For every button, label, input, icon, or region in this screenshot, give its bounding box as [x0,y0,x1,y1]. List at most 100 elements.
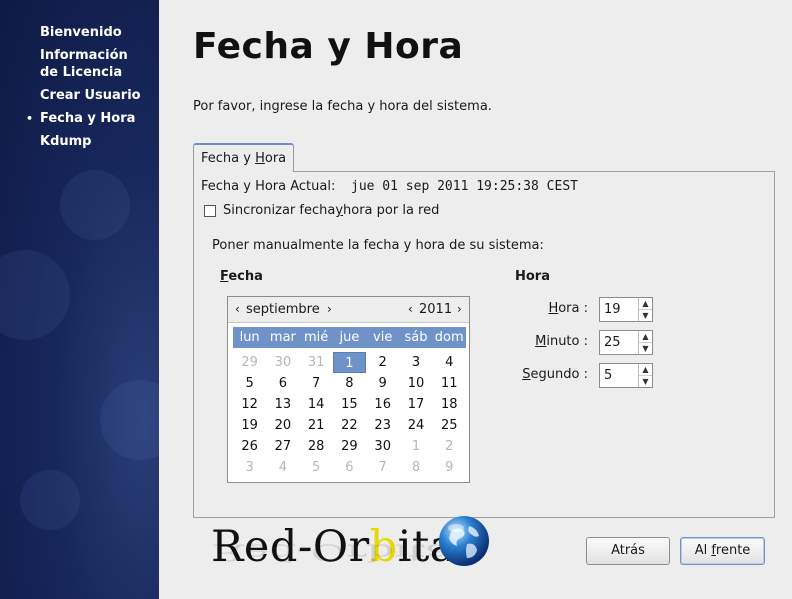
calendar-day[interactable]: 25 [433,415,466,436]
calendar-day[interactable]: 4 [266,457,299,478]
calendar-day[interactable]: 6 [333,457,366,478]
next-month-button[interactable]: › [327,302,332,316]
calendar-day[interactable]: 30 [366,436,399,457]
calendar-day[interactable]: 17 [399,394,432,415]
calendar-week-row: 26 27 28 29 30 1 2 [233,436,466,457]
calendar-day[interactable]: 27 [266,436,299,457]
calendar-day[interactable]: 3 [233,457,266,478]
calendar-day[interactable]: 6 [266,373,299,394]
spin-down-icon[interactable]: ▼ [639,310,652,321]
sync-network-option[interactable]: Sincronizar fecha y hora por la red [204,203,439,218]
segundo-label-rest: egundo : [530,367,588,382]
calendar-day[interactable]: 7 [300,373,333,394]
calendar: ‹ septiembre › ‹ 2011 › lun mar mié jue … [227,296,470,483]
calendar-day[interactable]: 19 [233,415,266,436]
intro-text: Por favor, ingrese la fecha y hora del s… [193,99,492,114]
weekday-label: jue [339,330,360,345]
hora-spinner[interactable]: 19 ▲ ▼ [599,297,653,322]
spin-up-icon[interactable]: ▲ [639,331,652,343]
weekday-header: lun mar mié jue vie sáb dom [233,327,466,348]
sidebar-item-label: Bienvenido [40,25,122,40]
calendar-day[interactable]: 9 [366,373,399,394]
hora-value[interactable]: 19 [600,298,638,321]
tab-label-mnemonic: H [255,151,265,166]
calendar-day[interactable]: 18 [433,394,466,415]
calendar-day[interactable]: 12 [233,394,266,415]
calendar-day[interactable]: 31 [300,352,333,373]
spin-down-icon[interactable]: ▼ [639,376,652,387]
calendar-day[interactable]: 3 [399,352,432,373]
calendar-day[interactable]: 22 [333,415,366,436]
calendar-day[interactable]: 21 [300,415,333,436]
sidebar-item-crear-usuario: Crear Usuario [0,87,159,104]
calendar-day[interactable]: 8 [399,457,432,478]
current-datetime-label: Fecha y Hora Actual: [201,179,336,194]
segundo-value[interactable]: 5 [600,364,638,387]
calendar-month: septiembre [246,302,320,317]
sync-checkbox[interactable] [204,204,216,217]
tab-fecha-y-hora[interactable]: Fecha y Hora [193,143,295,172]
manual-label: Poner manualmente la fecha y hora de su … [212,238,544,253]
red-orbita-logo: Red-Orbita Red-Orbita [211,514,496,596]
prev-year-button[interactable]: ‹ [408,302,413,316]
forward-button[interactable]: Al frente [680,537,765,565]
calendar-header: ‹ septiembre › ‹ 2011 › [228,297,469,323]
sidebar-item-label: Kdump [40,134,92,149]
forward-label-post: rente [715,543,751,558]
calendar-day[interactable]: 10 [399,373,432,394]
segundo-mnemonic: S [522,367,531,382]
segundo-spinner[interactable]: 5 ▲ ▼ [599,363,653,388]
calendar-day[interactable]: 29 [233,352,266,373]
calendar-day[interactable]: 29 [333,436,366,457]
calendar-day[interactable]: 30 [266,352,299,373]
sidebar-item-label: Crear Usuario [40,88,141,103]
spin-up-icon[interactable]: ▲ [639,364,652,376]
calendar-day[interactable]: 28 [300,436,333,457]
minuto-spinner-arrows: ▲ ▼ [638,331,652,354]
calendar-day[interactable]: 20 [266,415,299,436]
segundo-label: Segundo : [508,367,588,382]
calendar-day[interactable]: 16 [366,394,399,415]
calendar-day[interactable]: 4 [433,352,466,373]
sidebar-item-label: Fecha y Hora [40,111,136,126]
calendar-year: 2011 [419,302,453,317]
calendar-day-selected[interactable]: 1 [332,352,367,373]
calendar-day[interactable]: 2 [433,436,466,457]
calendar-day[interactable]: 5 [233,373,266,394]
calendar-day[interactable]: 13 [266,394,299,415]
next-year-button[interactable]: › [457,302,462,316]
calendar-day[interactable]: 9 [433,457,466,478]
spin-up-icon[interactable]: ▲ [639,298,652,310]
sidebar-item-label: Información [40,48,128,63]
calendar-day[interactable]: 26 [233,436,266,457]
sidebar: Bienvenido Información de Licencia Crear… [0,0,159,599]
forward-label-pre: Al [694,543,712,558]
prev-month-button[interactable]: ‹ [235,302,240,316]
globe-icon [439,516,489,566]
calendar-week-row: 3456789 [233,457,466,478]
back-button[interactable]: Atrás [586,537,670,565]
minuto-label: Minuto : [508,334,588,349]
minuto-value[interactable]: 25 [600,331,638,354]
calendar-day[interactable]: 5 [300,457,333,478]
calendar-day[interactable]: 7 [366,457,399,478]
calendar-day[interactable]: 11 [433,373,466,394]
spin-down-icon[interactable]: ▼ [639,343,652,354]
calendar-day[interactable]: 23 [366,415,399,436]
calendar-week-row: 12 13 14 15 16 17 18 [233,394,466,415]
calendar-day[interactable]: 14 [300,394,333,415]
minuto-spinner[interactable]: 25 ▲ ▼ [599,330,653,355]
sync-label-post: hora por la red [343,203,440,218]
sidebar-decoration [100,380,159,460]
calendar-day[interactable]: 2 [366,352,399,373]
calendar-day[interactable]: 8 [333,373,366,394]
sidebar-item-label: de Licencia [40,65,123,80]
fecha-rest: echa [228,269,263,284]
sync-label-mnemonic: y [335,203,344,218]
sidebar-decoration [20,470,80,530]
sidebar-item-kdump: Kdump [0,133,159,150]
calendar-day[interactable]: 1 [399,436,432,457]
calendar-day[interactable]: 15 [333,394,366,415]
weekday-label: sáb [404,330,428,345]
calendar-day[interactable]: 24 [399,415,432,436]
